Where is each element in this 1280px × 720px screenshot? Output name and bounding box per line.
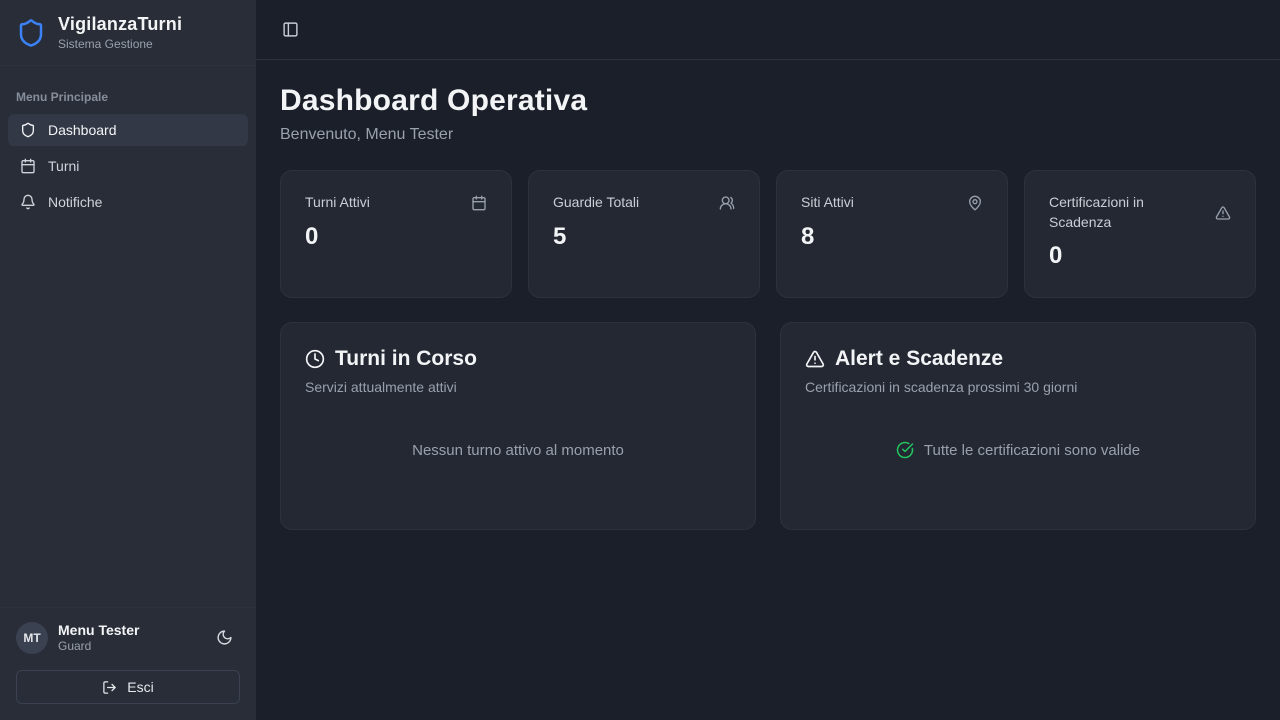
stat-card-siti-attivi: Siti Attivi 0 8 bbox=[776, 170, 1008, 298]
sidebar-toggle-button[interactable] bbox=[276, 16, 304, 44]
stat-label: Siti Attivi bbox=[801, 193, 854, 213]
logout-button[interactable]: Esci bbox=[16, 670, 240, 704]
sidebar-footer: MT Menu Tester Guard E bbox=[0, 607, 256, 720]
alert-triangle-icon bbox=[1215, 205, 1231, 221]
sidebar: VigilanzaTurni Sistema Gestione Menu Pri… bbox=[0, 0, 256, 720]
stat-label: Certificazioni in Scadenza bbox=[1049, 193, 1203, 232]
clock-icon bbox=[305, 349, 325, 369]
panel-left-icon bbox=[282, 21, 299, 38]
calendar-icon bbox=[20, 158, 36, 174]
stats-grid: Turni Attivi 0 Guardie Totali bbox=[280, 170, 1256, 298]
main-area: Dashboard Operativa Benvenuto, Menu Test… bbox=[256, 0, 1280, 720]
empty-state-text: Nessun turno attivo al momento bbox=[412, 442, 624, 459]
panels-grid: Turni in Corso Servizi attualmente attiv… bbox=[280, 322, 1256, 530]
app-subtitle: Sistema Gestione bbox=[58, 37, 182, 51]
panel-subtitle: Certificazioni in scadenza prossimi 30 g… bbox=[805, 379, 1231, 395]
shield-logo-icon bbox=[16, 18, 46, 48]
user-role: Guard bbox=[58, 639, 198, 654]
dashboard-content: Dashboard Operativa Benvenuto, Menu Test… bbox=[256, 60, 1280, 720]
stat-label: Guardie Totali bbox=[553, 193, 639, 213]
topbar bbox=[256, 0, 1280, 60]
stat-value: 0 bbox=[1049, 242, 1231, 270]
nav-section-label: Menu Principale bbox=[16, 90, 240, 104]
stat-card-turni-attivi: Turni Attivi 0 bbox=[280, 170, 512, 298]
panel-turni-in-corso: Turni in Corso Servizi attualmente attiv… bbox=[280, 322, 756, 530]
stat-label: Turni Attivi bbox=[305, 193, 370, 213]
sidebar-nav: Menu Principale Dashboard Turni bbox=[0, 66, 256, 607]
panel-subtitle: Servizi attualmente attivi bbox=[305, 379, 731, 395]
app-name: VigilanzaTurni bbox=[58, 14, 182, 35]
panel-alert-scadenze: Alert e Scadenze Certificazioni in scade… bbox=[780, 322, 1256, 530]
bell-icon bbox=[20, 194, 36, 210]
stat-value: 0 bbox=[305, 223, 487, 251]
stat-card-certificazioni: Certificazioni in Scadenza 0 bbox=[1024, 170, 1256, 298]
check-circle-icon bbox=[896, 441, 914, 459]
panel-title: Turni in Corso bbox=[335, 347, 477, 371]
sidebar-item-dashboard[interactable]: Dashboard bbox=[8, 114, 248, 146]
page-title: Dashboard Operativa bbox=[280, 84, 1256, 118]
sidebar-item-label: Notifiche bbox=[48, 194, 102, 210]
stat-card-guardie-totali: Guardie Totali 5 bbox=[528, 170, 760, 298]
sidebar-item-label: Dashboard bbox=[48, 122, 117, 138]
stat-value: 8 bbox=[801, 223, 983, 251]
logout-label: Esci bbox=[127, 679, 153, 695]
theme-toggle-button[interactable] bbox=[208, 622, 240, 654]
empty-state-text: Tutte le certificazioni sono valide bbox=[924, 442, 1140, 459]
logout-icon bbox=[102, 680, 117, 695]
sidebar-item-notifiche[interactable]: Notifiche bbox=[8, 186, 248, 218]
users-icon bbox=[719, 195, 735, 211]
panel-title: Alert e Scadenze bbox=[835, 347, 1003, 371]
avatar: MT bbox=[16, 622, 48, 654]
stat-value: 5 bbox=[553, 223, 735, 251]
map-pin-icon bbox=[967, 195, 983, 211]
app-logo: VigilanzaTurni Sistema Gestione bbox=[0, 0, 256, 66]
moon-icon bbox=[216, 629, 233, 646]
calendar-icon bbox=[471, 195, 487, 211]
alert-triangle-icon bbox=[805, 349, 825, 369]
welcome-text: Benvenuto, Menu Tester bbox=[280, 126, 1256, 144]
sidebar-item-turni[interactable]: Turni bbox=[8, 150, 248, 182]
shield-icon bbox=[20, 122, 36, 138]
user-name: Menu Tester bbox=[58, 622, 198, 640]
sidebar-item-label: Turni bbox=[48, 158, 79, 174]
